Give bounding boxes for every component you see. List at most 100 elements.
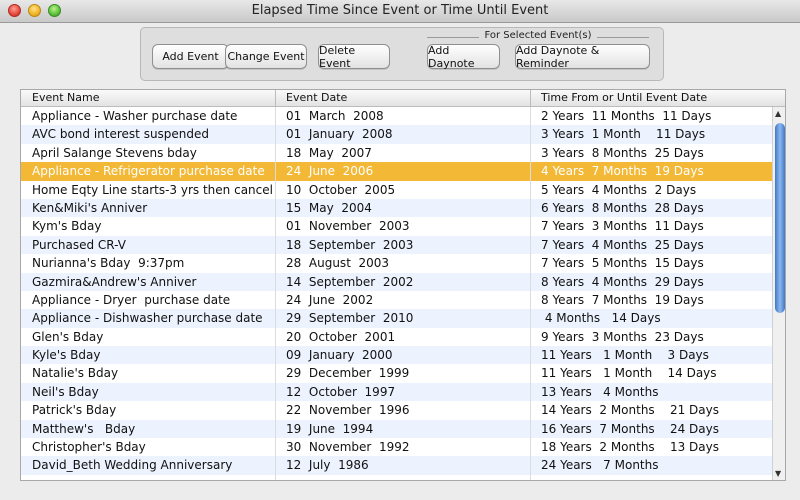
event-name-cell: Appliance - Washer purchase date — [32, 109, 238, 123]
event-name-cell: Kym's Bday — [32, 219, 102, 234]
title-bar: Elapsed Time Since Event or Time Until E… — [0, 0, 800, 23]
elapsed-time-cell: 11 Years 1 Month 14 Days — [541, 366, 717, 381]
elapsed-time-cell: 3 Years 8 Months 25 Days — [541, 145, 704, 160]
table-row[interactable]: Natalie's Bday 29 December 1999 11 Years 1… — [21, 364, 772, 382]
event-date-cell: 10 October 2005 — [286, 182, 396, 197]
event-date-cell: 30 November 1992 — [286, 440, 410, 455]
event-date-cell: 24 June 2006 — [286, 164, 374, 179]
event-date-cell: 01 March 2008 — [286, 109, 384, 123]
event-date-cell: 19 June 1994 — [286, 421, 374, 436]
table-row[interactable]: Kym's Bday 01 November 2003 7 Years 3 Mont… — [21, 217, 772, 235]
table-row[interactable]: Matthew's Bday 19 June 1994 16 Years 7 Mon… — [21, 419, 772, 439]
event-name-cell: David_Beth Wedding Anniversary — [32, 458, 233, 473]
elapsed-time-cell: 5 Years 4 Months 2 Days — [541, 182, 697, 197]
elapsed-time-cell: 2 Years 11 Months 11 Days — [541, 109, 712, 123]
table-row[interactable]: April Salange Stevens bday 18 May 2007 3 Y… — [21, 144, 772, 162]
event-date-cell: 22 November 1996 — [286, 403, 410, 418]
elapsed-time-cell: 16 Years 7 Months 24 Days — [541, 421, 719, 436]
event-name-cell: Home Eqty Line starts-3 yrs then cancel — [32, 182, 273, 197]
event-name-cell: Gazmira&Andrew's Anniver — [32, 274, 197, 289]
event-name-cell: Neil's Bday — [32, 384, 99, 399]
event-name-cell: Purchased CR-V — [32, 237, 126, 252]
column-header-event-date[interactable]: Event Date — [286, 91, 347, 104]
elapsed-time-cell: 9 Years 3 Months 23 Days — [541, 329, 704, 344]
table-header: Event Name Event Date Time From or Until… — [21, 90, 785, 107]
main-window: Elapsed Time Since Event or Time Until E… — [0, 0, 800, 500]
table-row[interactable]: Christopher's Bday 30 November 1992 18 Yea… — [21, 438, 772, 456]
elapsed-time-cell: 4 Months 14 Days — [541, 311, 661, 326]
group-divider-right — [597, 37, 649, 38]
event-name-cell: April Salange Stevens bday — [32, 145, 197, 160]
event-date-cell: 20 October 2001 — [286, 329, 396, 344]
table-row[interactable]: Purchased CR-V 18 September 2003 7 Years 4… — [21, 235, 772, 255]
event-name-cell: Patrick's Bday — [32, 403, 117, 418]
event-name-cell: Ken&Miki's Anniver — [32, 200, 148, 215]
elapsed-time-cell: 24 Years 7 Months — [541, 458, 659, 473]
elapsed-time-cell: 7 Years 4 Months 25 Days — [541, 237, 704, 252]
table-row[interactable]: Neil's Bday 12 October 1997 13 Years 4 Mon… — [21, 382, 772, 402]
elapsed-time-cell: 7 Years 5 Months 15 Days — [541, 256, 704, 271]
event-name-cell: Appliance - Refrigerator purchase date — [32, 164, 265, 179]
event-date-cell: 14 September 2002 — [286, 274, 414, 289]
elapsed-time-cell: 13 Years 4 Months — [541, 384, 659, 399]
elapsed-time-cell: 14 Years 2 Months 21 Days — [541, 403, 719, 418]
add-daynote-reminder-button[interactable]: Add Daynote & Reminder — [515, 44, 650, 70]
add-event-button[interactable]: Add Event — [152, 44, 229, 69]
elapsed-time-cell: 8 Years 7 Months 19 Days — [541, 292, 704, 307]
table-row[interactable]: Gazmira&Andrew's Anniver 14 September 200… — [21, 272, 772, 291]
column-divider — [530, 107, 531, 480]
table-row-selected[interactable]: Appliance - Refrigerator purchase date 24… — [21, 162, 772, 181]
change-event-button[interactable]: Change Event — [225, 44, 307, 69]
event-date-cell: 18 May 2007 — [286, 145, 372, 160]
scroll-down-arrow-icon[interactable]: ▼ — [775, 469, 781, 478]
event-date-cell: 24 June 2002 — [286, 292, 374, 307]
column-header-event-name[interactable]: Event Name — [32, 91, 99, 104]
event-name-cell: Glen's Bday — [32, 329, 104, 344]
column-divider — [275, 90, 276, 106]
elapsed-time-cell: 18 Years 2 Months 13 Days — [541, 440, 719, 455]
event-date-cell: 28 August 2003 — [286, 256, 390, 271]
event-date-cell: 09 January 2000 — [286, 348, 393, 363]
table-row[interactable]: Kyle's Bday 09 January 2000 11 Years 1 Mon… — [21, 346, 772, 365]
event-name-cell: Christopher's Bday — [32, 440, 146, 455]
event-date-cell: 12 July 1986 — [286, 458, 369, 473]
events-table: Event Name Event Date Time From or Until… — [20, 89, 786, 481]
elapsed-time-cell: 3 Years 1 Month 11 Days — [541, 127, 706, 142]
event-date-cell: 01 January 2008 — [286, 127, 393, 142]
event-name-cell: AVC bond interest suspended — [32, 127, 210, 142]
toolbar: Add Event Change Event Delete Event For … — [140, 27, 664, 81]
table-row[interactable]: Glen's Bday 20 October 2001 9 Years 3 Mont… — [21, 328, 772, 346]
event-name-cell: Appliance - Dishwasher purchase date — [32, 311, 263, 326]
table-row[interactable]: David_Beth Wedding Anniversary 12 July 19… — [21, 456, 772, 475]
event-name-cell: Matthew's Bday — [32, 421, 136, 436]
column-divider — [530, 90, 531, 106]
delete-event-button[interactable]: Delete Event — [318, 44, 390, 70]
elapsed-time-cell: 8 Years 4 Months 29 Days — [541, 274, 704, 289]
table-row[interactable]: Appliance - Dryer purchase date 24 June 2… — [21, 291, 772, 309]
table-row[interactable]: Ken&Miki's Anniver 15 May 2004 6 Years 8 M… — [21, 198, 772, 218]
scrollbar-thumb[interactable] — [775, 123, 785, 313]
event-date-cell: 29 December 1999 — [286, 366, 410, 381]
elapsed-time-cell: 7 Years 3 Months 11 Days — [541, 219, 704, 234]
table-row[interactable]: Nurianna's Bday 9:37pm 28 August 2003 7 Ye… — [21, 254, 772, 272]
add-daynote-button[interactable]: Add Daynote — [427, 44, 500, 70]
event-name-cell: Nurianna's Bday 9:37pm — [32, 256, 185, 271]
table-row[interactable]: Appliance - Washer purchase date 01 March… — [21, 107, 772, 125]
elapsed-time-cell: 4 Years 7 Months 19 Days — [541, 164, 704, 179]
column-header-time-from-until[interactable]: Time From or Until Event Date — [541, 91, 707, 104]
table-row[interactable]: Home Eqty Line starts-3 yrs then cancel 1… — [21, 181, 772, 199]
column-divider — [275, 107, 276, 480]
window-title: Elapsed Time Since Event or Time Until E… — [251, 3, 549, 18]
event-date-cell: 15 May 2004 — [286, 200, 372, 215]
event-date-cell: 12 October 1997 — [286, 384, 396, 399]
event-name-cell: Appliance - Dryer purchase date — [32, 292, 231, 307]
table-row[interactable]: Patrick's Bday 22 November 1996 14 Years 2… — [21, 401, 772, 419]
event-name-cell: Natalie's Bday — [32, 366, 119, 381]
scroll-up-arrow-icon[interactable]: ▲ — [775, 109, 781, 118]
event-date-cell: 18 September 2003 — [286, 237, 414, 252]
table-row[interactable]: Appliance - Dishwasher purchase date 29 S… — [21, 309, 772, 328]
event-name-cell: Kyle's Bday — [32, 348, 101, 363]
table-row[interactable]: AVC bond interest suspended 01 January 20… — [21, 125, 772, 144]
selected-events-group-label: For Selected Event(s) — [484, 30, 592, 41]
vertical-scrollbar[interactable]: ▲ ▼ — [772, 107, 785, 480]
